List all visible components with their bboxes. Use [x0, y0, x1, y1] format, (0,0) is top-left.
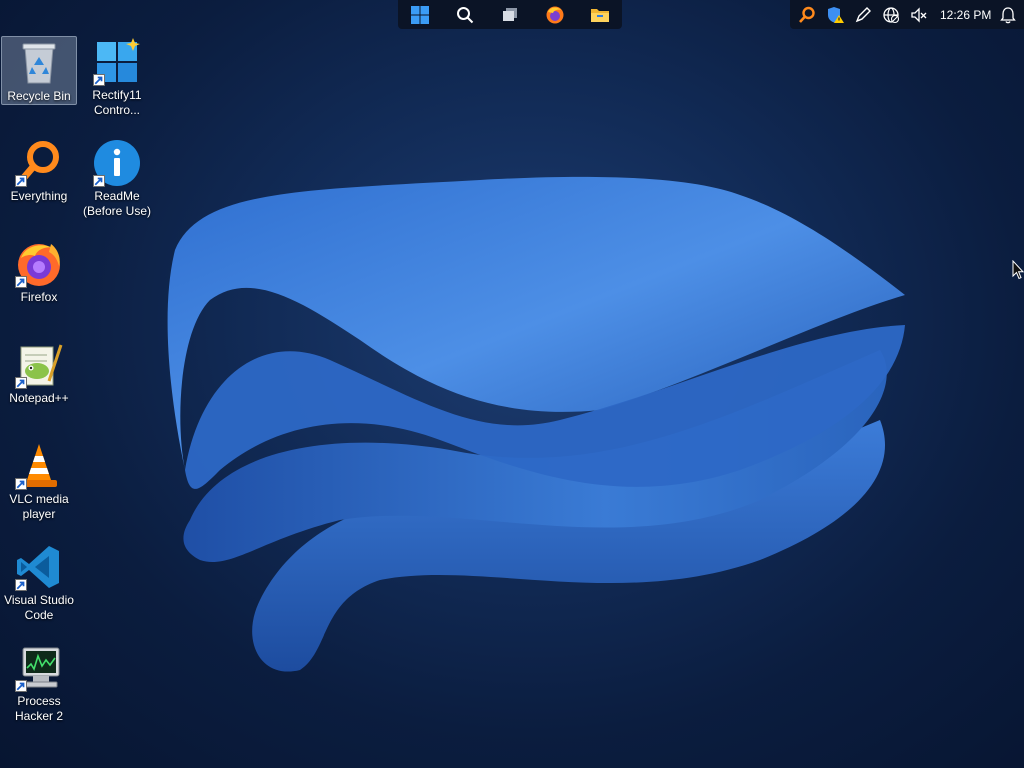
shortcut-arrow-icon — [15, 377, 27, 389]
desktop-icon-notepad-plus-plus[interactable]: Notepad++ — [1, 339, 77, 435]
notepad-plus-plus-icon — [15, 341, 63, 389]
vscode-icon — [15, 543, 63, 591]
shortcut-arrow-icon — [15, 579, 27, 591]
readme-info-icon — [93, 139, 141, 187]
search-button[interactable] — [450, 2, 480, 28]
security-tray-button[interactable] — [824, 2, 846, 28]
process-hacker-icon — [15, 644, 63, 692]
notification-button[interactable] — [997, 2, 1019, 28]
desktop-icon-readme[interactable]: ReadMe (Before Use) — [79, 137, 155, 233]
search-icon — [457, 6, 474, 23]
desktop-icon-label: Notepad++ — [9, 391, 69, 405]
start-button[interactable] — [405, 2, 435, 28]
shortcut-arrow-icon — [93, 175, 105, 187]
desktop-icon-label: Rectify11 Contro... — [92, 88, 142, 117]
mouse-cursor-icon — [1012, 260, 1024, 280]
system-tray: 12:26 PM — [790, 0, 1024, 29]
desktop-icon-everything[interactable]: Everything — [1, 137, 77, 233]
desktop-icon-vlc[interactable]: VLC media player — [1, 440, 77, 536]
taskbar — [398, 0, 622, 29]
firefox-icon — [546, 6, 564, 23]
shortcut-arrow-icon — [15, 175, 27, 187]
file-explorer-icon — [590, 8, 609, 22]
everything-tray-button[interactable] — [796, 2, 818, 28]
desktop-icon-firefox[interactable]: Firefox — [1, 238, 77, 334]
network-tray-button[interactable] — [880, 2, 902, 28]
volume-tray-button[interactable] — [908, 2, 930, 28]
security-warning-icon — [828, 6, 844, 23]
desktop-icon-label: Process Hacker 2 — [14, 694, 64, 723]
task-view-icon — [502, 7, 517, 21]
everything-tray-icon — [799, 6, 815, 23]
firefox-icon — [15, 240, 63, 288]
start-icon — [411, 5, 430, 24]
vlc-icon — [15, 442, 63, 490]
volume-muted-icon — [911, 6, 927, 23]
recycle-bin-icon — [15, 39, 63, 87]
file-explorer-button[interactable] — [585, 2, 615, 28]
desktop-icon-rectify11-control-panel[interactable]: Rectify11 Contro... — [79, 36, 155, 132]
pen-tray-button[interactable] — [852, 2, 874, 28]
shortcut-arrow-icon — [15, 680, 27, 692]
notification-bell-icon — [1000, 6, 1017, 23]
rectify11-control-panel-icon — [93, 38, 141, 86]
shortcut-arrow-icon — [15, 478, 27, 490]
desktop-icon-vscode[interactable]: Visual Studio Code — [1, 541, 77, 637]
task-view-button[interactable] — [495, 2, 525, 28]
network-globe-icon — [883, 6, 900, 23]
desktop-icon-label: VLC media player — [9, 492, 69, 521]
clock[interactable]: 12:26 PM — [940, 8, 991, 22]
desktop-icon-label: Everything — [10, 189, 68, 203]
shortcut-arrow-icon — [93, 74, 105, 86]
desktop-icon-label: Firefox — [20, 290, 58, 304]
everything-search-icon — [15, 139, 63, 187]
shortcut-arrow-icon — [15, 276, 27, 288]
desktop-icon-recycle-bin[interactable]: Recycle Bin — [1, 36, 77, 105]
taskbar-firefox-button[interactable] — [540, 2, 570, 28]
desktop-icon-label: Visual Studio Code — [4, 593, 74, 622]
desktop-icon-label: Recycle Bin — [7, 89, 71, 103]
desktop-icon-process-hacker[interactable]: Process Hacker 2 — [1, 642, 77, 738]
pen-icon — [855, 6, 871, 22]
desktop-icon-label: ReadMe (Before Use) — [82, 189, 152, 218]
